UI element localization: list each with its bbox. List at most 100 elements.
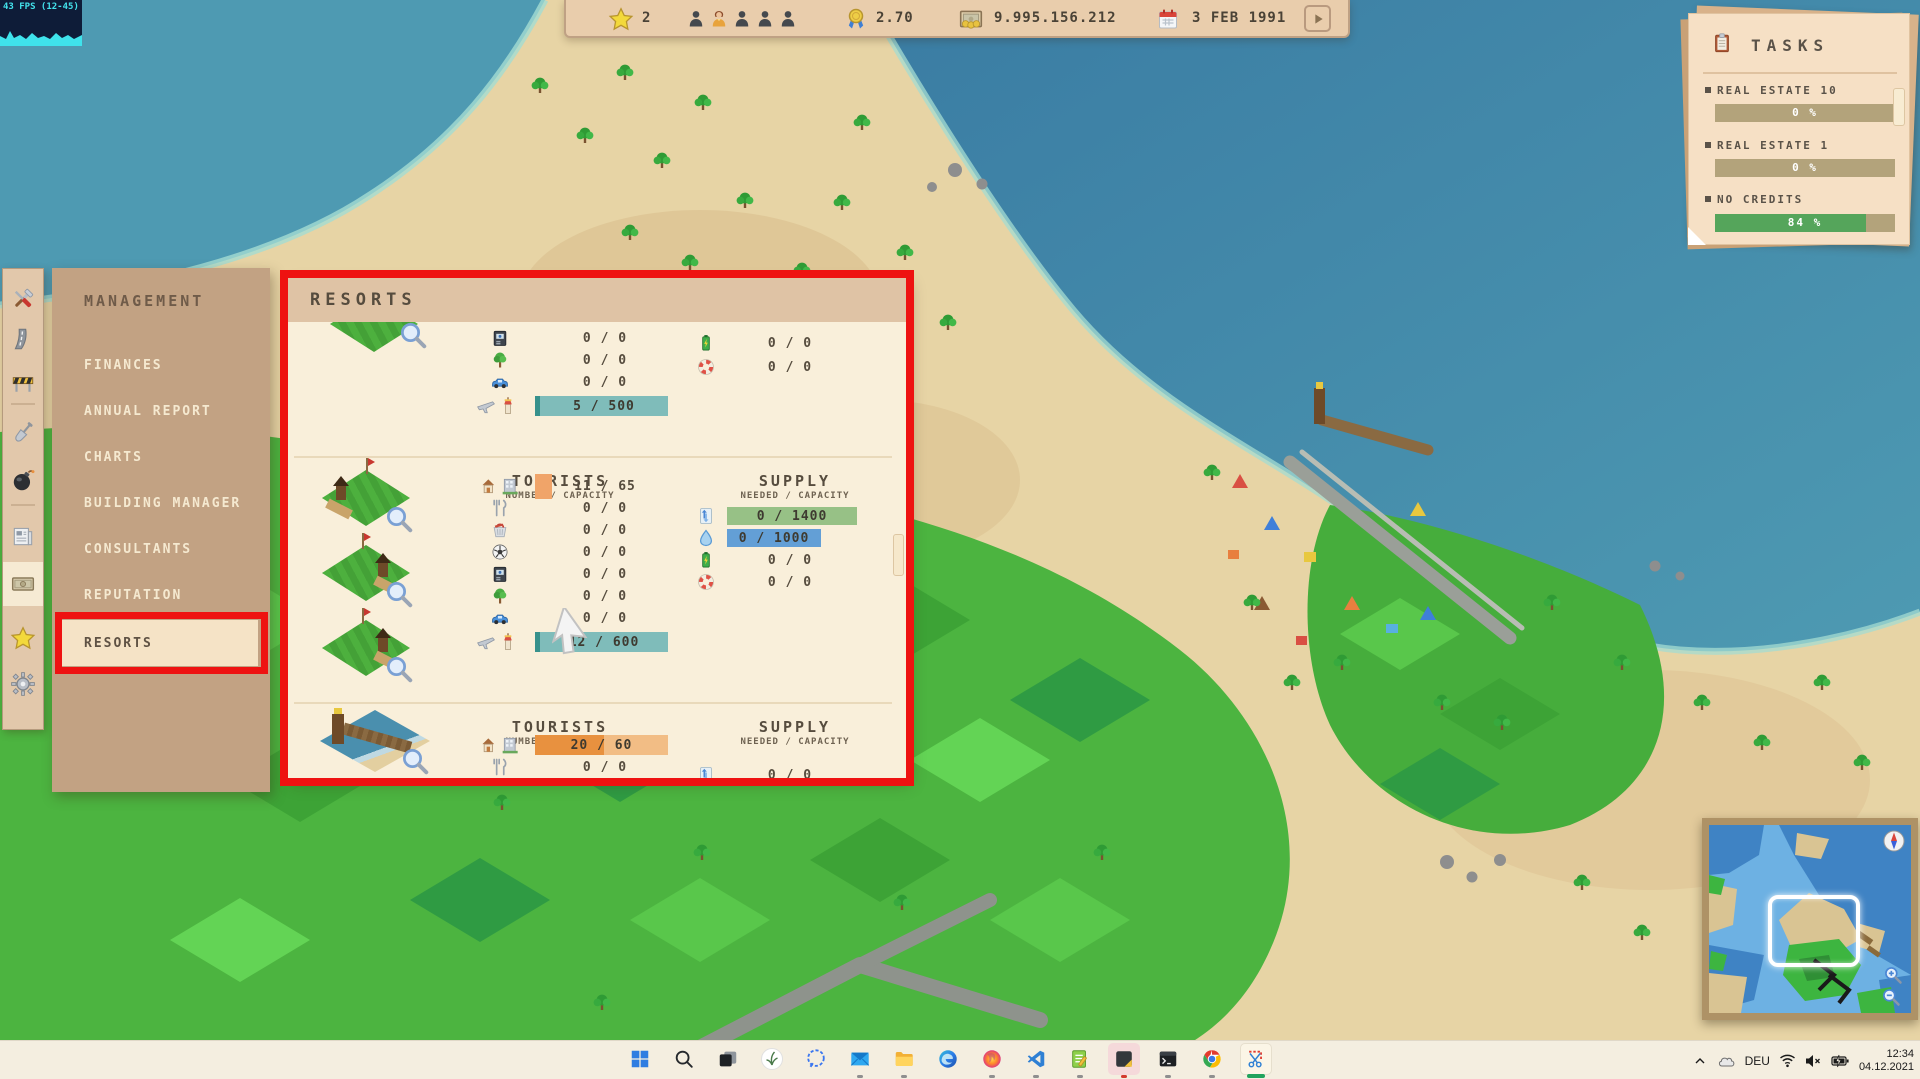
vscode-button[interactable] — [1020, 1043, 1052, 1075]
airport-capacity-bar: 5 / 500 — [535, 396, 668, 416]
file-explorer-button[interactable] — [888, 1043, 920, 1075]
recycling-icon — [696, 506, 716, 526]
bomb-button[interactable] — [3, 460, 43, 500]
newspaper-icon — [10, 523, 36, 549]
star-button[interactable] — [3, 618, 43, 658]
settings-button[interactable] — [3, 664, 43, 704]
shovel-icon — [10, 420, 36, 446]
vscode-icon — [1025, 1048, 1047, 1070]
battery-icon — [696, 333, 716, 353]
newspaper-button[interactable] — [3, 516, 43, 556]
firefox-button[interactable] — [976, 1043, 1008, 1075]
management-title: MANAGEMENT — [84, 292, 204, 310]
signal-button[interactable] — [800, 1043, 832, 1075]
minimap-viewport[interactable] — [1768, 895, 1860, 967]
road-button[interactable] — [3, 319, 43, 359]
tasks-scrollbar[interactable] — [1893, 88, 1905, 126]
zoom-out-icon[interactable] — [1881, 987, 1901, 1007]
menu-item-reputation[interactable]: REPUTATION — [84, 588, 182, 610]
magnifier-icon[interactable] — [384, 654, 414, 684]
search-button[interactable] — [668, 1043, 700, 1075]
supply-value: 0 / 0 — [715, 768, 865, 778]
task-view-button[interactable] — [712, 1043, 744, 1075]
calendar-icon — [1156, 6, 1180, 32]
lively-wallpaper-icon — [760, 1047, 784, 1071]
onedrive-cloud-icon[interactable] — [1716, 1053, 1736, 1069]
barrier-button[interactable] — [3, 362, 43, 402]
menu-item-finances[interactable]: FINANCES — [84, 358, 163, 380]
water-icon — [696, 528, 716, 548]
resorts-title: RESORTS — [310, 290, 417, 310]
building-icon — [501, 735, 521, 755]
magnifier-icon[interactable] — [400, 746, 430, 776]
wifi-icon[interactable] — [1779, 1053, 1796, 1068]
money-icon — [958, 6, 984, 32]
notepad-plus-plus-button[interactable] — [1064, 1043, 1096, 1075]
chrome-button[interactable] — [1196, 1043, 1228, 1075]
tray-chevron-icon[interactable] — [1693, 1054, 1707, 1068]
menu-item-building-manager[interactable]: BUILDING MANAGER — [84, 496, 241, 518]
road-icon — [10, 326, 36, 352]
section-divider — [294, 456, 892, 458]
task-label: REAL ESTATE 10 — [1717, 84, 1838, 97]
battery-charging-icon[interactable] — [1831, 1054, 1850, 1068]
hud-rating: 2.70 — [876, 10, 914, 26]
recycling-icon — [696, 765, 716, 778]
notepad-plus-plus-icon — [1069, 1048, 1091, 1070]
supply-subheader: NEEDED / CAPACITY — [685, 491, 905, 501]
windows-start-button[interactable] — [624, 1043, 656, 1075]
windows-taskbar: DEU 12:34 04.12.2021 — [0, 1040, 1920, 1079]
magnifier-icon[interactable] — [384, 579, 414, 609]
play-icon — [1310, 11, 1326, 27]
atm-icon — [490, 564, 510, 584]
barrier-icon — [10, 369, 36, 395]
screen-recorder-button[interactable] — [1108, 1043, 1140, 1075]
play-button[interactable] — [1304, 5, 1331, 32]
menu-item-annual-report[interactable]: ANNUAL REPORT — [84, 404, 212, 426]
snipping-tool-button[interactable] — [1240, 1043, 1272, 1075]
paper-fold — [1688, 227, 1706, 245]
star-icon — [10, 625, 36, 651]
running-indicator — [857, 1075, 863, 1078]
fps-text: 43 FPS (12-45) — [0, 0, 82, 14]
supply-subheader: NEEDED / CAPACITY — [685, 737, 905, 747]
supply-header: SUPPLY — [685, 718, 905, 736]
restaurant-icon — [490, 498, 510, 518]
stat-value: 0 / 0 — [530, 501, 680, 516]
tree-icon — [490, 350, 510, 370]
tools-button[interactable] — [3, 279, 43, 319]
minimap[interactable] — [1702, 818, 1918, 1020]
gear-icon — [10, 671, 36, 697]
money-icon — [10, 571, 36, 597]
menu-item-charts[interactable]: CHARTS — [84, 450, 143, 472]
volume-muted-icon[interactable] — [1805, 1054, 1822, 1068]
restaurant-icon — [490, 757, 510, 777]
magnifier-icon[interactable] — [398, 322, 428, 350]
menu-item-consultants[interactable]: CONSULTANTS — [84, 542, 192, 564]
hud-money: 9.995.156.212 — [994, 10, 1117, 26]
atm-icon — [490, 328, 510, 348]
mail-button[interactable] — [844, 1043, 876, 1075]
running-indicator — [1077, 1075, 1083, 1078]
shovel-button[interactable] — [3, 413, 43, 453]
edge-button[interactable] — [932, 1043, 964, 1075]
screen-recorder-icon — [1113, 1048, 1135, 1070]
fps-counter: 43 FPS (12-45) — [0, 0, 82, 46]
clock[interactable]: 12:34 04.12.2021 — [1859, 1048, 1914, 1074]
battery-icon — [696, 550, 716, 570]
zoom-in-icon[interactable] — [1883, 965, 1903, 985]
hud-star-count: 2 — [642, 10, 651, 26]
resorts-scrollbar[interactable] — [893, 534, 904, 576]
magnifier-icon[interactable] — [384, 504, 414, 534]
terminal-button[interactable] — [1152, 1043, 1184, 1075]
toolbar-divider — [11, 403, 35, 405]
language-indicator[interactable]: DEU — [1745, 1054, 1770, 1068]
citizen-icon — [686, 9, 706, 29]
citizen-icon — [755, 9, 775, 29]
menu-item-resorts[interactable]: RESORTS — [84, 636, 153, 658]
lively-wallpaper-button[interactable] — [756, 1043, 788, 1075]
active-indicator — [1247, 1074, 1265, 1078]
stat-value: 0 / 0 — [530, 375, 680, 390]
lifebuoy-icon — [696, 572, 716, 592]
management-button[interactable] — [3, 564, 43, 604]
